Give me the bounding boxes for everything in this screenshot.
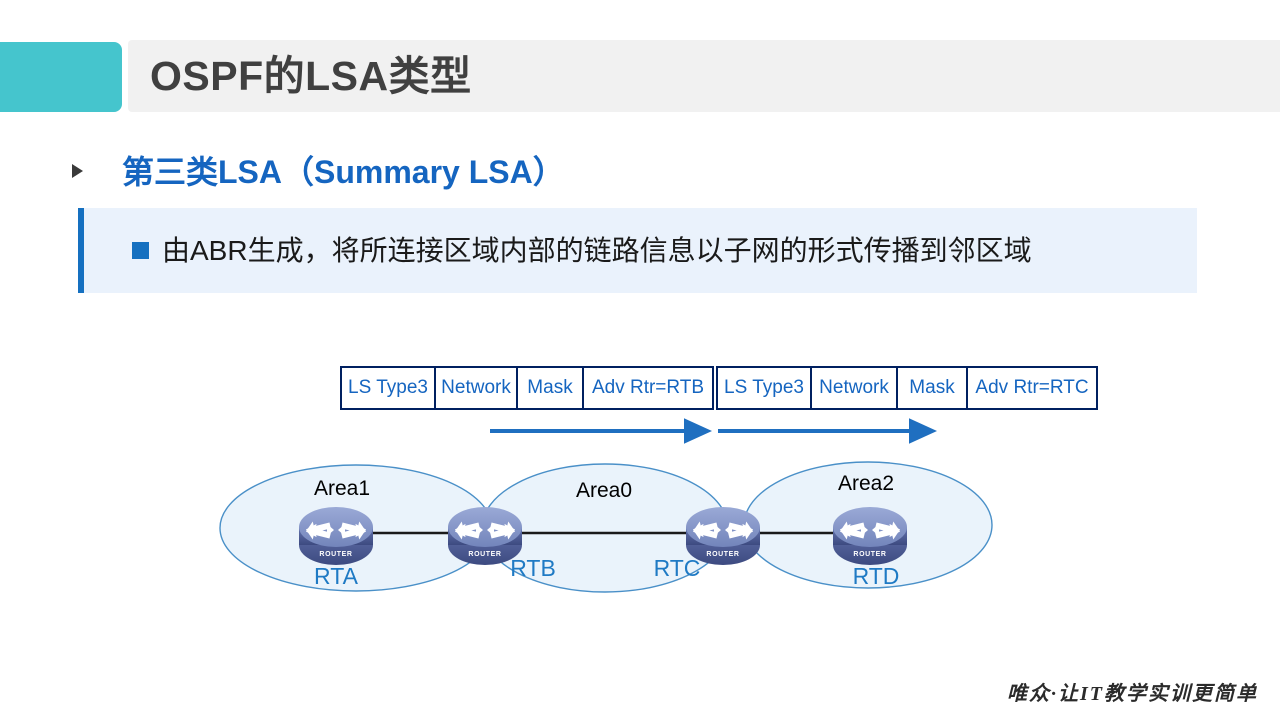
- lsa-cell-mask: Mask: [518, 368, 584, 408]
- header-accent-block: [0, 42, 122, 112]
- router-label-rtb: RTB: [510, 555, 556, 581]
- area-label-area2: Area2: [838, 472, 894, 495]
- triangle-bullet-icon: [72, 164, 83, 178]
- router-icon-rtd: ROUTER: [833, 507, 907, 565]
- router-label-rta: RTA: [314, 563, 359, 589]
- lsa-cell-network: Network: [812, 368, 898, 408]
- description-callout: 由ABR生成，将所连接区域内部的链路信息以子网的形式传播到邻区域: [78, 208, 1197, 293]
- lsa-flow-arrows: [490, 418, 937, 444]
- router-caption: ROUTER: [706, 551, 739, 558]
- lsa-cell-type: LS Type3: [342, 368, 436, 408]
- router-label-rtd: RTD: [853, 563, 900, 589]
- lsa-packet-rtc: LS Type3 Network Mask Adv Rtr=RTC: [716, 366, 1098, 410]
- router-icon-rta: ROUTER: [299, 507, 373, 565]
- footer-brand: 唯众·让IT教学实训更简单: [1007, 683, 1258, 705]
- slide-header: OSPF的LSA类型: [0, 40, 1280, 112]
- lsa-packet-rtb: LS Type3 Network Mask Adv Rtr=RTB: [340, 366, 714, 410]
- subtitle-row: 第三类LSA（Summary LSA）: [72, 148, 972, 196]
- subtitle-text: 第三类LSA（Summary LSA）: [122, 154, 565, 190]
- ospf-area-topology: ROUTER ROUTER ROUTER ROUTER Area1 Area0 …: [219, 461, 993, 593]
- page-title: OSPF的LSA类型: [150, 53, 472, 99]
- square-bullet-icon: [132, 242, 149, 259]
- lsa-cell-mask: Mask: [898, 368, 968, 408]
- lsa-cell-advrtr: Adv Rtr=RTB: [591, 377, 705, 398]
- lsa-cell-network: Network: [436, 368, 518, 408]
- router-caption: ROUTER: [468, 551, 501, 558]
- router-caption: ROUTER: [319, 551, 352, 558]
- router-label-rtc: RTC: [654, 555, 701, 581]
- lsa-cell-advrtr: Adv Rtr=RTC: [975, 377, 1089, 398]
- router-caption: ROUTER: [853, 551, 886, 558]
- area-label-area1: Area1: [314, 477, 370, 500]
- lsa-cell-type: LS Type3: [718, 368, 812, 408]
- description-text: 由ABR生成，将所连接区域内部的链路信息以子网的形式传播到邻区域: [162, 235, 1032, 266]
- area-label-area0: Area0: [576, 479, 632, 502]
